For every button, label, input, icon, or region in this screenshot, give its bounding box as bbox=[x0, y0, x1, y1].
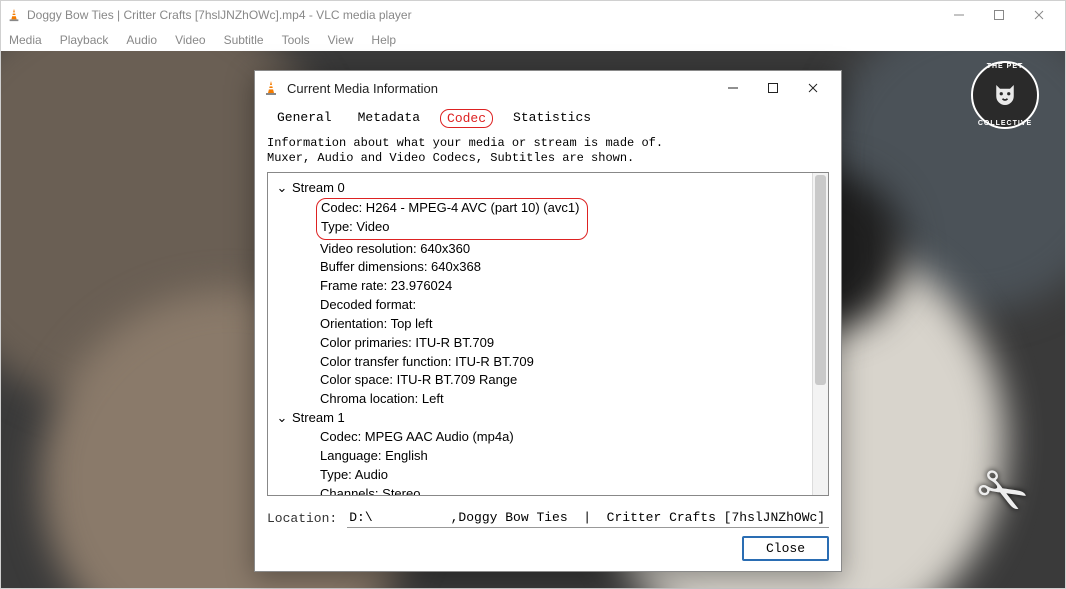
stream0-resolution: Video resolution: 640x360 bbox=[276, 240, 828, 259]
menu-audio[interactable]: Audio bbox=[126, 33, 157, 47]
main-menubar: Media Playback Audio Video Subtitle Tool… bbox=[1, 29, 1065, 51]
stream1-type: Type: Audio bbox=[276, 466, 828, 485]
stream0-orientation: Orientation: Top left bbox=[276, 315, 828, 334]
location-row: Location: bbox=[267, 508, 829, 528]
stream0-decoded: Decoded format: bbox=[276, 296, 828, 315]
stream0-color-primaries: Color primaries: ITU-R BT.709 bbox=[276, 334, 828, 353]
location-input[interactable] bbox=[347, 508, 829, 528]
stream0-color-transfer: Color transfer function: ITU-R BT.709 bbox=[276, 353, 828, 372]
stream0-label: Stream 0 bbox=[292, 179, 345, 198]
dialog-maximize-button[interactable] bbox=[753, 73, 793, 103]
tree-scrollbar[interactable] bbox=[812, 173, 828, 495]
menu-media[interactable]: Media bbox=[9, 33, 42, 47]
main-close-button[interactable] bbox=[1019, 1, 1059, 29]
menu-playback[interactable]: Playback bbox=[60, 33, 109, 47]
logo-bottom-text: COLLECTIVE bbox=[978, 120, 1032, 127]
pet-collective-logo: THE PET COLLECTIVE bbox=[971, 61, 1039, 129]
stream0-type: Type: Video bbox=[321, 218, 579, 237]
codec-description: Information about what your media or str… bbox=[267, 136, 829, 166]
stream0-framerate: Frame rate: 23.976024 bbox=[276, 277, 828, 296]
tab-metadata[interactable]: Metadata bbox=[352, 109, 426, 128]
stream0-chroma: Chroma location: Left bbox=[276, 390, 828, 409]
menu-help[interactable]: Help bbox=[371, 33, 396, 47]
stream0-codec: Codec: H264 - MPEG-4 AVC (part 10) (avc1… bbox=[321, 199, 579, 218]
location-label: Location: bbox=[267, 511, 337, 526]
stream1-channels: Channels: Stereo bbox=[276, 485, 828, 497]
dialog-minimize-button[interactable] bbox=[713, 73, 753, 103]
menu-video[interactable]: Video bbox=[175, 33, 205, 47]
codec-tree[interactable]: ⌄ Stream 0 Codec: H264 - MPEG-4 AVC (par… bbox=[267, 172, 829, 496]
main-maximize-button[interactable] bbox=[979, 1, 1019, 29]
stream0-highlight: Codec: H264 - MPEG-4 AVC (part 10) (avc1… bbox=[316, 198, 588, 240]
dialog-tabs: General Metadata Codec Statistics bbox=[267, 105, 829, 134]
media-info-dialog: Current Media Information General Metada… bbox=[254, 70, 842, 572]
stream1-language: Language: English bbox=[276, 447, 828, 466]
main-minimize-button[interactable] bbox=[939, 1, 979, 29]
chevron-down-icon: ⌄ bbox=[276, 179, 288, 198]
stream0-header[interactable]: ⌄ Stream 0 bbox=[276, 179, 828, 198]
stream1-label: Stream 1 bbox=[292, 409, 345, 428]
stream1-codec: Codec: MPEG AAC Audio (mp4a) bbox=[276, 428, 828, 447]
main-titlebar: Doggy Bow Ties | Critter Crafts [7hslJNZ… bbox=[1, 1, 1065, 29]
tab-general[interactable]: General bbox=[271, 109, 338, 128]
menu-tools[interactable]: Tools bbox=[282, 33, 310, 47]
cat-face-icon bbox=[990, 80, 1020, 110]
tab-codec[interactable]: Codec bbox=[440, 109, 493, 128]
stream0-color-space: Color space: ITU-R BT.709 Range bbox=[276, 371, 828, 390]
menu-view[interactable]: View bbox=[328, 33, 354, 47]
chevron-down-icon: ⌄ bbox=[276, 409, 288, 428]
vlc-cone-icon bbox=[7, 8, 21, 22]
tab-statistics[interactable]: Statistics bbox=[507, 109, 597, 128]
tree-scroll-thumb[interactable] bbox=[815, 175, 826, 385]
dialog-title: Current Media Information bbox=[287, 81, 438, 96]
main-title: Doggy Bow Ties | Critter Crafts [7hslJNZ… bbox=[27, 8, 412, 22]
vlc-cone-icon bbox=[263, 80, 279, 96]
menu-subtitle[interactable]: Subtitle bbox=[224, 33, 264, 47]
close-button[interactable]: Close bbox=[742, 536, 829, 561]
stream1-header[interactable]: ⌄ Stream 1 bbox=[276, 409, 828, 428]
desc-line2: Muxer, Audio and Video Codecs, Subtitles… bbox=[267, 151, 634, 165]
stream0-buffer: Buffer dimensions: 640x368 bbox=[276, 258, 828, 277]
dialog-close-button[interactable] bbox=[793, 73, 833, 103]
logo-top-text: THE PET bbox=[987, 63, 1024, 70]
dialog-titlebar: Current Media Information bbox=[255, 71, 841, 105]
desc-line1: Information about what your media or str… bbox=[267, 136, 663, 150]
